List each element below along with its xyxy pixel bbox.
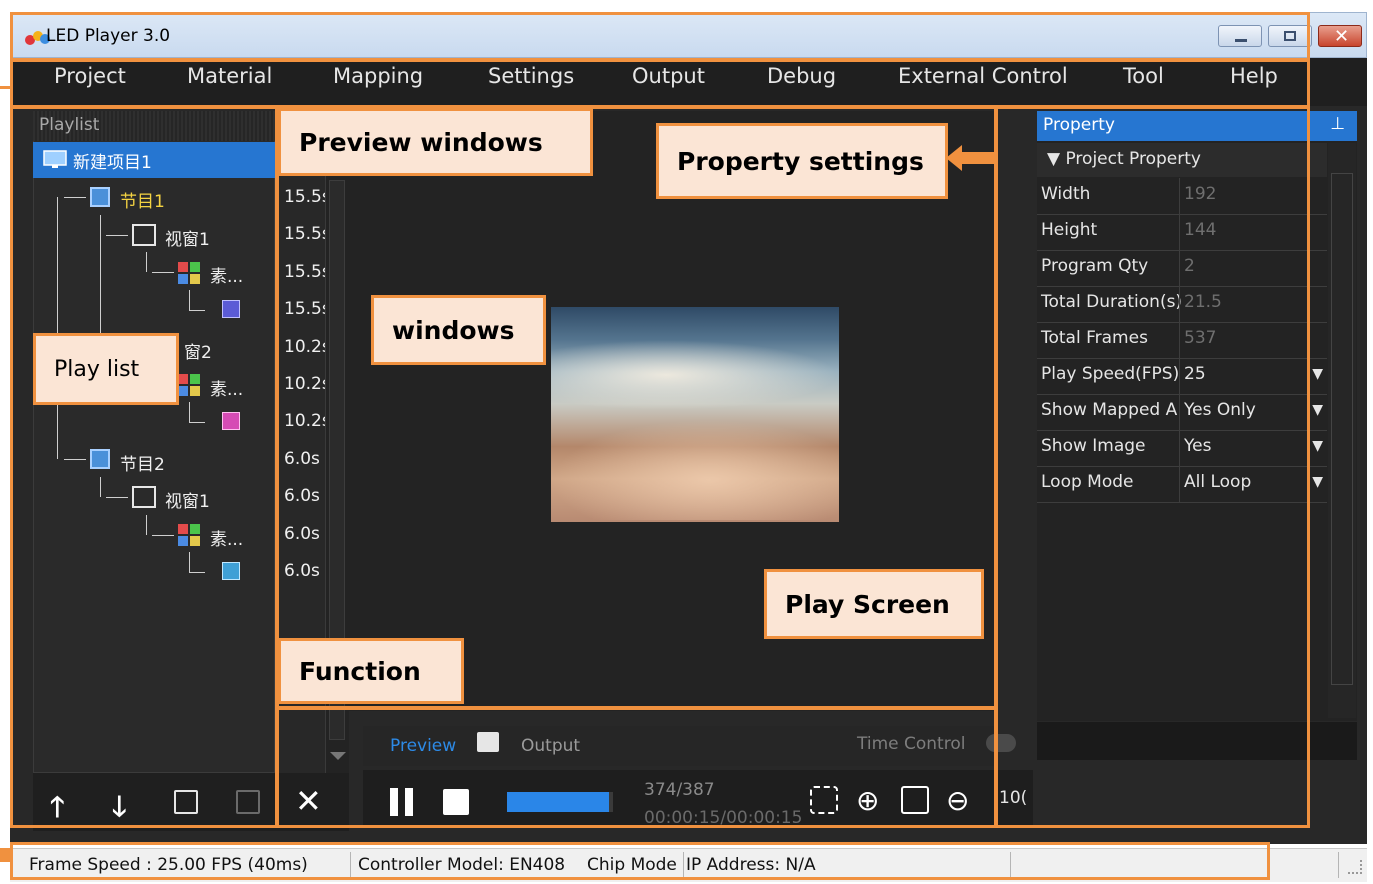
annotation-tick (0, 86, 10, 89)
annotation-menu-frame (10, 58, 1310, 108)
annotation-function-frame (276, 707, 997, 828)
callout-arrow-icon (946, 145, 994, 171)
annotation-playlist-frame (10, 106, 278, 828)
callout-function: Function (278, 638, 464, 704)
annotation-tick (0, 848, 12, 862)
dropdown-arrow-icon[interactable]: ▼ (1312, 366, 1323, 382)
callout-windows: windows (371, 295, 546, 365)
resize-grip-icon[interactable] (1348, 860, 1362, 874)
property-scrollbar[interactable] (1328, 143, 1356, 718)
dropdown-arrow-icon[interactable]: ▼ (1312, 402, 1323, 418)
annotation-status-frame (10, 842, 1270, 880)
callout-preview-windows: Preview windows (278, 108, 593, 176)
close-icon: ✕ (1334, 26, 1350, 47)
annotation-property-frame (995, 106, 1310, 828)
callout-property-settings: Property settings (656, 123, 948, 199)
callout-play-list: Play list (33, 333, 179, 405)
close-window-button[interactable]: ✕ (1318, 25, 1362, 47)
callout-play-screen: Play Screen (764, 569, 984, 639)
annotation-title-menu-frame (10, 12, 1310, 62)
dropdown-arrow-icon[interactable]: ▼ (1312, 474, 1323, 490)
pin-icon[interactable]: ⊥ (1330, 114, 1345, 134)
dropdown-arrow-icon[interactable]: ▼ (1312, 438, 1323, 454)
property-scroll-thumb[interactable] (1331, 173, 1353, 685)
status-separator (1338, 852, 1339, 878)
